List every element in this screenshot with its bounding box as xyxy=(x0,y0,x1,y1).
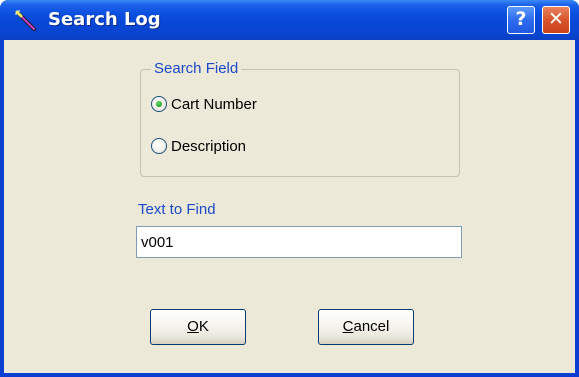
dialog-body: Search Field Cart Number Description Tex… xyxy=(4,40,575,373)
ok-mnemonic: O xyxy=(187,318,199,335)
radio-label-cart-number[interactable]: Cart Number xyxy=(171,94,257,116)
search-field-legend: Search Field xyxy=(151,60,242,78)
text-to-find-label: Text to Find xyxy=(138,201,216,218)
search-field-group: Search Field Cart Number Description xyxy=(140,60,460,177)
close-button[interactable]: ✕ xyxy=(542,6,570,34)
ok-label-rest: K xyxy=(198,318,209,335)
wand-icon xyxy=(15,10,36,31)
radio-label-description[interactable]: Description xyxy=(171,136,246,158)
title-bar[interactable]: Search Log ? ✕ xyxy=(0,0,579,40)
cancel-mnemonic: C xyxy=(342,318,354,335)
cancel-button[interactable]: Cancel xyxy=(318,309,414,345)
cancel-label-rest: ancel xyxy=(353,318,390,335)
ok-button[interactable]: OK xyxy=(150,309,246,345)
text-to-find-input[interactable] xyxy=(136,226,462,258)
radio-button-selected[interactable] xyxy=(151,96,167,112)
help-button[interactable]: ? xyxy=(507,6,535,34)
radio-button[interactable] xyxy=(151,138,167,154)
search-log-dialog: Search Log ? ✕ Search Field Cart Number … xyxy=(0,0,579,377)
window-title: Search Log xyxy=(48,9,161,30)
radio-dot xyxy=(156,101,162,107)
